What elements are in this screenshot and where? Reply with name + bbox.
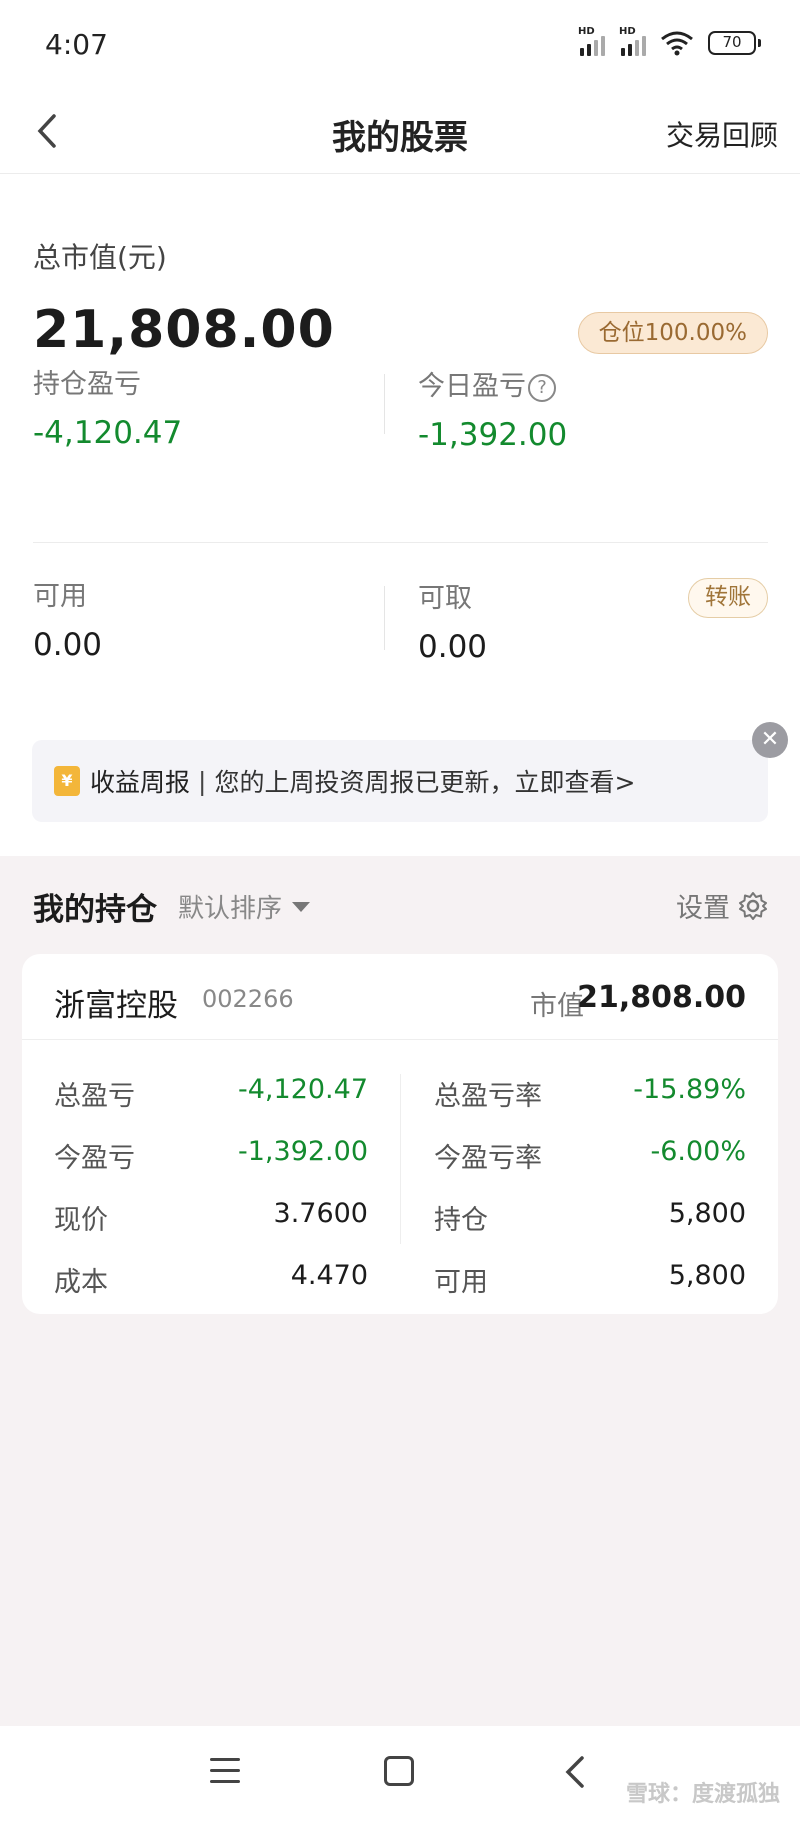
withdrawable-cell: 可取 0.00 bbox=[418, 576, 487, 665]
report-title: 收益周报 bbox=[90, 768, 191, 797]
stat-row: 总盈亏 -4,120.47 bbox=[54, 1074, 368, 1114]
stat-row: 今盈亏 -1,392.00 bbox=[54, 1136, 368, 1176]
battery-icon: 70 bbox=[708, 31, 761, 55]
stat-label: 持仓 bbox=[434, 1205, 488, 1236]
back-nav-icon[interactable] bbox=[560, 1752, 590, 1796]
stat-label: 今盈亏 bbox=[54, 1143, 135, 1174]
market-value: 21,808.00 bbox=[577, 980, 746, 1015]
system-nav-bar: 雪球：度渡孤独 bbox=[0, 1726, 800, 1822]
signal-icon: HD bbox=[578, 26, 605, 56]
sort-label: 默认排序 bbox=[178, 894, 283, 924]
stat-value: 5,800 bbox=[668, 1260, 746, 1291]
status-bar: 4:07 HD HD 70 bbox=[0, 0, 800, 92]
signal-icon-2: HD bbox=[619, 26, 646, 56]
stat-value: 5,800 bbox=[668, 1198, 746, 1229]
caret-down-icon bbox=[292, 901, 311, 912]
stat-label: 今盈亏率 bbox=[434, 1143, 542, 1174]
stock-name: 浙富控股 bbox=[54, 988, 178, 1024]
withdrawable-value: 0.00 bbox=[418, 629, 488, 665]
stat-value: -6.00% bbox=[650, 1136, 746, 1167]
status-time: 4:07 bbox=[45, 28, 108, 61]
wifi-icon bbox=[660, 30, 694, 56]
divider bbox=[33, 542, 768, 543]
trade-review-link[interactable]: 交易回顾 bbox=[666, 114, 778, 154]
stat-value: -4,120.47 bbox=[238, 1074, 368, 1105]
weekly-report-banner[interactable]: ¥ 收益周报 | 您的上周投资周报已更新，立即查看> bbox=[32, 740, 768, 822]
report-icon: ¥ bbox=[54, 766, 80, 796]
total-market-value-label: 总市值(元) bbox=[33, 241, 167, 274]
watermark: 雪球：度渡孤独 bbox=[625, 1782, 780, 1807]
stat-row: 持仓 5,800 bbox=[434, 1198, 746, 1238]
stat-value: 4.470 bbox=[290, 1260, 368, 1291]
holdings-title: 我的持仓 bbox=[33, 892, 157, 928]
stat-row: 总盈亏率 -15.89% bbox=[434, 1074, 746, 1114]
stat-row: 可用 5,800 bbox=[434, 1260, 746, 1300]
home-icon[interactable] bbox=[384, 1756, 414, 1786]
stat-label: 成本 bbox=[54, 1267, 108, 1298]
stat-row: 现价 3.7600 bbox=[54, 1198, 368, 1238]
stat-row: 今盈亏率 -6.00% bbox=[434, 1136, 746, 1176]
holding-pl-label: 持仓盈亏 bbox=[33, 369, 141, 400]
sort-dropdown[interactable]: 默认排序 bbox=[178, 888, 311, 925]
position-ratio-badge: 仓位100.00% bbox=[577, 312, 768, 354]
market-value-label: 市值 bbox=[530, 991, 584, 1022]
stat-row: 成本 4.470 bbox=[54, 1260, 368, 1300]
stat-label: 可用 bbox=[434, 1267, 488, 1298]
transfer-button[interactable]: 转账 bbox=[688, 578, 768, 618]
today-pl-cell: 今日盈亏? -1,392.00 bbox=[418, 364, 567, 453]
help-icon[interactable]: ? bbox=[528, 373, 556, 402]
account-summary: 总市值(元) 21,808.00 仓位100.00% 持仓盈亏 -4,120.4… bbox=[0, 174, 800, 856]
holding-pl-value: -4,120.47 bbox=[33, 415, 183, 451]
stock-card[interactable]: 浙富控股 002266 市值 21,808.00 总盈亏 -4,120.47 今… bbox=[22, 954, 778, 1314]
divider bbox=[384, 586, 385, 650]
divider bbox=[384, 374, 385, 434]
available-label: 可用 bbox=[33, 581, 87, 612]
stat-value: -1,392.00 bbox=[238, 1136, 368, 1167]
withdrawable-label: 可取 bbox=[418, 583, 472, 614]
report-separator: | bbox=[198, 766, 207, 796]
nav-bar: 我的股票 交易回顾 bbox=[0, 92, 800, 174]
available-value: 0.00 bbox=[33, 627, 103, 663]
divider bbox=[400, 1074, 401, 1244]
today-pl-label: 今日盈亏 bbox=[418, 371, 526, 402]
today-pl-value: -1,392.00 bbox=[418, 417, 568, 453]
stock-card-header: 浙富控股 002266 市值 21,808.00 bbox=[22, 954, 778, 1040]
close-icon[interactable]: ✕ bbox=[752, 722, 788, 758]
stat-value: -15.89% bbox=[633, 1074, 746, 1105]
stock-code: 002266 bbox=[202, 985, 294, 1013]
stat-label: 现价 bbox=[54, 1205, 108, 1236]
status-icons: HD HD 70 bbox=[578, 26, 761, 56]
holdings-header: 我的持仓 默认排序 设置 bbox=[0, 856, 800, 952]
available-cell: 可用 0.00 bbox=[33, 574, 102, 663]
settings-button[interactable]: 设置 bbox=[676, 886, 768, 925]
settings-label: 设置 bbox=[676, 893, 730, 924]
gear-icon bbox=[739, 891, 767, 920]
stat-label: 总盈亏 bbox=[54, 1081, 135, 1112]
menu-icon[interactable] bbox=[210, 1758, 240, 1784]
report-text: 您的上周投资周报已更新，立即查看> bbox=[214, 768, 636, 797]
total-market-value: 21,808.00 bbox=[33, 300, 335, 360]
stat-value: 3.7600 bbox=[273, 1198, 368, 1229]
stat-label: 总盈亏率 bbox=[434, 1081, 542, 1112]
holding-pl-cell: 持仓盈亏 -4,120.47 bbox=[33, 362, 182, 451]
